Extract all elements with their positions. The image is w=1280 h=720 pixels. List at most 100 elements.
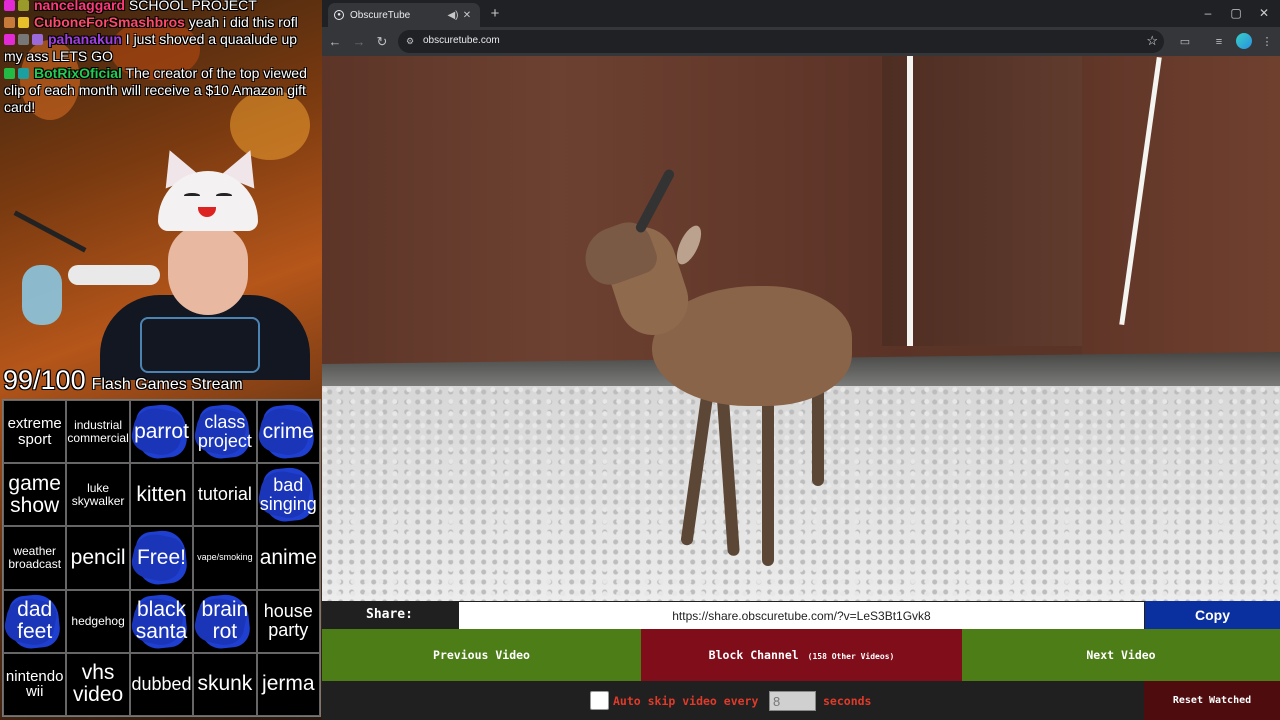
share-bar: Share: Copy bbox=[322, 601, 1280, 629]
eye-favicon-icon: ● bbox=[334, 10, 344, 20]
hat-mouth bbox=[198, 207, 216, 217]
figurine bbox=[22, 265, 62, 325]
minimize-button[interactable]: – bbox=[1194, 4, 1222, 22]
bingo-cell-label: bad singing bbox=[259, 474, 317, 514]
bingo-cell: jerma bbox=[256, 652, 320, 716]
bingo-progress: 99/100 bbox=[3, 365, 86, 395]
chat-badge-icon bbox=[18, 34, 29, 45]
bingo-cell: crime bbox=[256, 400, 320, 464]
bingo-cell-label: Free! bbox=[136, 545, 186, 569]
auto-skip-label: Auto skip video every bbox=[613, 694, 759, 708]
bingo-cell: hedgehog bbox=[66, 589, 130, 653]
bingo-cell-label: black santa bbox=[135, 598, 188, 644]
bingo-cell: bad singing bbox=[256, 463, 320, 527]
reload-icon[interactable]: ↻ bbox=[372, 32, 392, 52]
bingo-cell: parrot bbox=[129, 400, 194, 464]
block-channel-label: Block Channel bbox=[708, 648, 799, 662]
bingo-cell-label: crime bbox=[262, 419, 314, 443]
bingo-cell: kitten bbox=[129, 463, 194, 527]
chat-text: yeah i did this rofl bbox=[188, 14, 298, 30]
browser-toolbar: ← → ↻ ⚙ obscuretube.com ☆ ▭ ≡ ⋮ bbox=[322, 27, 1280, 56]
bingo-cell: tutorial bbox=[193, 463, 257, 527]
bingo-cell: brain rot bbox=[193, 589, 257, 653]
bingo-cell-label: house party bbox=[263, 601, 313, 641]
share-url-field[interactable] bbox=[459, 602, 1144, 629]
bingo-cell-label: extreme sport bbox=[7, 414, 62, 448]
profile-avatar[interactable] bbox=[1236, 33, 1252, 49]
tab-bar: ● ObscureTube ◀) ✕ + – ▢ ✕ bbox=[322, 0, 1280, 27]
reset-watched-button[interactable]: Reset Watched bbox=[1144, 681, 1280, 720]
bingo-cell: vhs video bbox=[66, 652, 130, 716]
stream-name: Flash Games Stream bbox=[91, 376, 243, 393]
bingo-cell: Free! bbox=[129, 526, 194, 590]
bingo-board: extreme sport industrial commercial parrot… bbox=[2, 399, 321, 717]
menu-icon[interactable]: ⋮ bbox=[1258, 33, 1276, 51]
chat-badge-icon bbox=[32, 34, 43, 45]
bingo-cell-label: weather broadcast bbox=[8, 544, 62, 571]
microphone bbox=[68, 265, 160, 285]
maximize-button[interactable]: ▢ bbox=[1222, 4, 1250, 22]
bingo-cell: weather broadcast bbox=[3, 526, 67, 590]
auto-skip-checkbox[interactable] bbox=[590, 691, 609, 710]
bingo-cell: house party bbox=[256, 589, 320, 653]
bingo-cell: luke skywalker bbox=[66, 463, 130, 527]
browser-window: ● ObscureTube ◀) ✕ + – ▢ ✕ ← → ↻ ⚙ obscu… bbox=[322, 0, 1280, 720]
bingo-cell: skunk bbox=[193, 652, 257, 716]
new-tab-button[interactable]: + bbox=[486, 5, 504, 23]
chat-badge-icon bbox=[18, 68, 29, 79]
chat-username[interactable]: nancelaggard bbox=[34, 0, 125, 13]
bingo-cell: dubbed bbox=[129, 652, 194, 716]
bingo-cell-label: dad feet bbox=[17, 598, 53, 644]
hat-eye bbox=[184, 193, 200, 198]
chat-username[interactable]: CuboneForSmashbros bbox=[34, 14, 185, 30]
bingo-cell-label: brain rot bbox=[201, 598, 249, 644]
chat-log: nancelaggard SCHOOL PROJECT CuboneForSmas… bbox=[0, 0, 322, 119]
address-url[interactable]: obscuretube.com bbox=[423, 35, 500, 46]
streamer-face bbox=[168, 225, 248, 315]
address-bar[interactable]: ⚙ obscuretube.com ☆ bbox=[398, 30, 1164, 53]
close-tab-icon[interactable]: ✕ bbox=[460, 10, 474, 21]
bingo-cell-label: dubbed bbox=[131, 673, 192, 694]
forward-arrow-icon[interactable]: → bbox=[349, 32, 369, 52]
tab-obscuretube[interactable]: ● ObscureTube ◀) ✕ bbox=[328, 3, 480, 27]
auto-skip-seconds-input[interactable] bbox=[769, 691, 816, 711]
chat-badge-icon bbox=[18, 17, 29, 28]
navigation-buttons: Previous Video Block Channel (158 Other … bbox=[322, 629, 1280, 681]
audio-playing-icon[interactable]: ◀) bbox=[446, 10, 460, 21]
chat-username[interactable]: pahanakun bbox=[48, 31, 122, 47]
block-channel-button[interactable]: Block Channel (158 Other Videos) bbox=[641, 629, 962, 681]
chat-message: BotRixOficial The creator of the top vie… bbox=[4, 65, 318, 116]
cast-icon[interactable]: ▭ bbox=[1176, 33, 1194, 51]
site-info-icon[interactable]: ⚙ bbox=[404, 35, 416, 47]
bingo-cell-label: class project bbox=[197, 411, 252, 451]
next-video-button[interactable]: Next Video bbox=[962, 629, 1280, 681]
media-controls-icon[interactable]: ≡ bbox=[1210, 33, 1228, 51]
bingo-cell: anime bbox=[256, 526, 320, 590]
chat-text: SCHOOL PROJECT bbox=[128, 0, 257, 13]
chat-username[interactable]: BotRixOficial bbox=[34, 65, 122, 81]
mic-arm bbox=[13, 210, 87, 253]
close-window-button[interactable]: ✕ bbox=[1250, 4, 1278, 22]
auto-skip-suffix: seconds bbox=[823, 694, 872, 708]
share-label: Share: bbox=[366, 607, 413, 622]
copy-button[interactable]: Copy bbox=[1145, 601, 1280, 629]
hat-eye bbox=[216, 193, 232, 198]
bookmark-star-icon[interactable]: ☆ bbox=[1146, 33, 1158, 49]
bingo-cell: black santa bbox=[129, 589, 194, 653]
bingo-cell-label: industrial commercial bbox=[67, 418, 129, 445]
bingo-cell: vape/smoking bbox=[193, 526, 257, 590]
tab-title: ObscureTube bbox=[350, 9, 411, 21]
bingo-cell-label: pencil bbox=[70, 545, 126, 569]
bingo-cell-label: vhs video bbox=[72, 661, 124, 707]
bingo-cell: dad feet bbox=[3, 589, 67, 653]
stream-overlay: nancelaggard SCHOOL PROJECT CuboneForSmas… bbox=[0, 0, 322, 720]
bingo-cell-label: skunk bbox=[197, 672, 253, 696]
bingo-cell-label: luke skywalker bbox=[71, 481, 125, 508]
bingo-cell-label: game show bbox=[8, 471, 61, 517]
previous-video-button[interactable]: Previous Video bbox=[322, 629, 641, 681]
chat-badge-icon bbox=[18, 0, 29, 11]
bingo-cell: nintendo wii bbox=[3, 652, 67, 716]
back-arrow-icon[interactable]: ← bbox=[325, 32, 345, 52]
bingo-cell-label: hedgehog bbox=[71, 613, 125, 628]
video-player[interactable] bbox=[322, 56, 1280, 601]
